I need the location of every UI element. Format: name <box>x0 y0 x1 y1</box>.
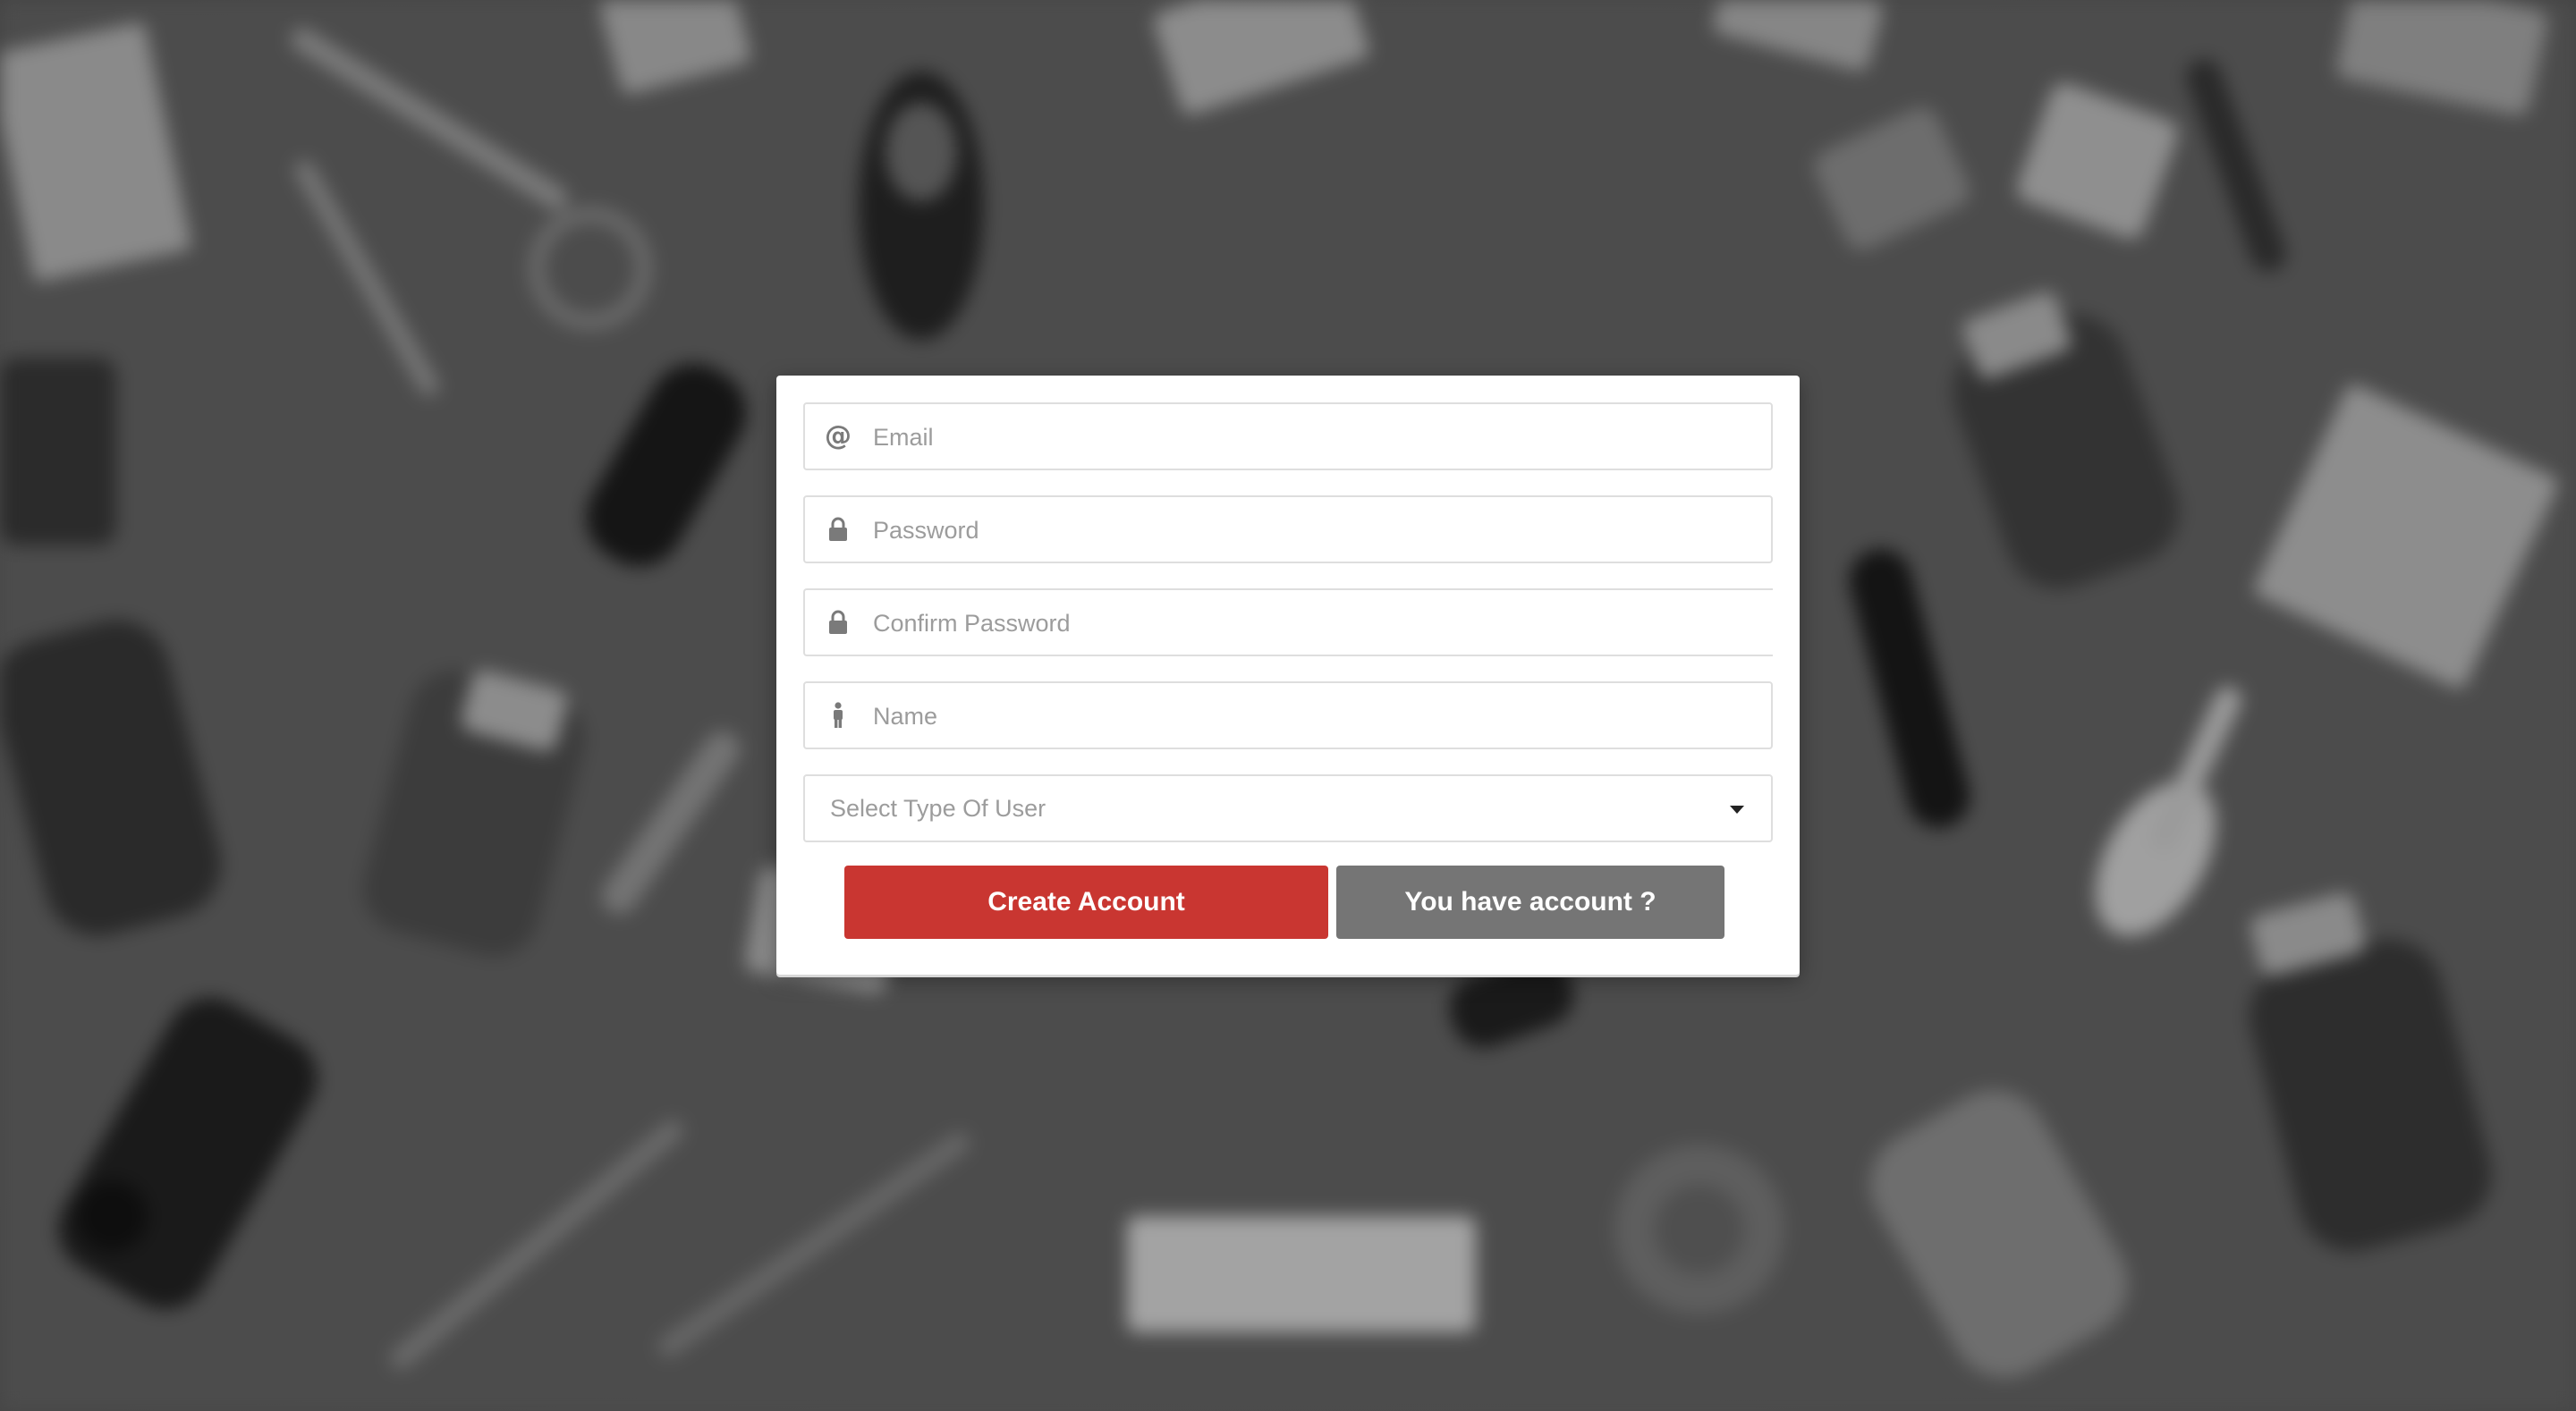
create-account-button[interactable]: Create Account <box>844 866 1328 939</box>
lock-icon <box>825 514 852 545</box>
lock-icon <box>825 607 852 638</box>
user-type-select[interactable]: Select Type Of User <box>803 774 1773 842</box>
form-actions: Create Account You have account ? <box>803 866 1773 941</box>
caret-down-icon <box>1730 806 1744 814</box>
confirm-password-field[interactable] <box>803 588 1773 656</box>
email-input[interactable] <box>871 404 1760 470</box>
person-icon <box>825 700 852 731</box>
name-field[interactable] <box>803 681 1773 749</box>
email-field[interactable]: @ <box>803 402 1773 470</box>
password-input[interactable] <box>871 497 1760 563</box>
signup-card: @ Select Type Of User Create Account You… <box>776 376 1800 975</box>
confirm-password-input[interactable] <box>871 590 1760 656</box>
at-icon: @ <box>825 420 852 452</box>
password-field[interactable] <box>803 495 1773 563</box>
have-account-button[interactable]: You have account ? <box>1336 866 1724 939</box>
name-input[interactable] <box>871 683 1760 749</box>
user-type-select-value: Select Type Of User <box>830 795 1046 822</box>
